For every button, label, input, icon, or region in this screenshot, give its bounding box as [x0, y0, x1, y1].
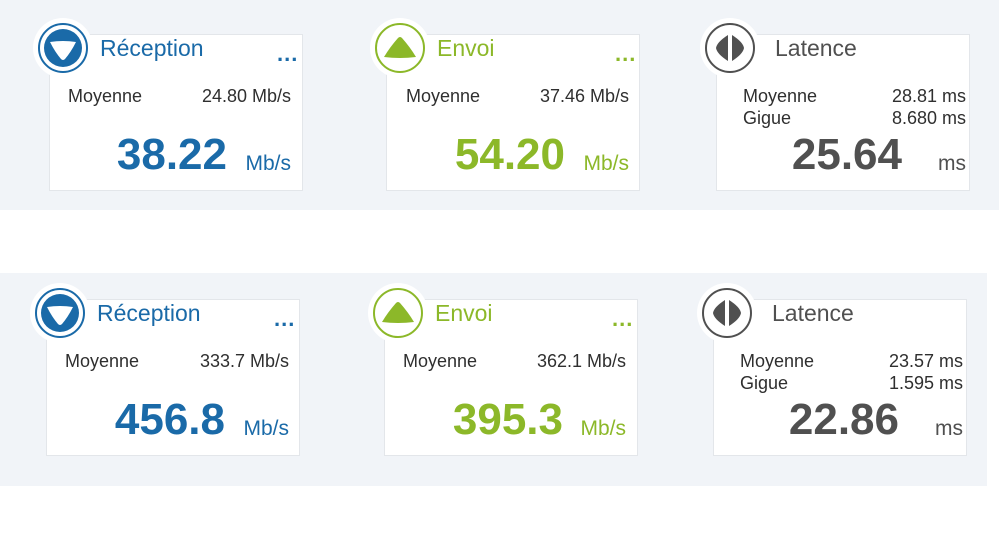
latency-average-label: Moyenne	[740, 351, 815, 371]
upload-more-menu[interactable]: ...	[615, 43, 636, 65]
download-speed-unit: Mb/s	[243, 417, 289, 440]
latency-average-value: 28.81 ms	[891, 86, 966, 106]
upload-average-value: 362.1 Mb/s	[536, 351, 626, 371]
result-panel-2: Réception ... Moyenne 333.7 Mb/s 456.8 M…	[0, 273, 987, 486]
latency-average-value: 23.57 ms	[888, 351, 963, 371]
jitter-value: 8.680 ms	[891, 108, 966, 128]
jitter-label: Gigue	[740, 373, 789, 393]
latency-unit: ms	[938, 152, 966, 175]
download-average-label: Moyenne	[65, 351, 140, 371]
upload-title: Envoi	[435, 300, 493, 326]
arrow-down-icon	[41, 294, 79, 332]
download-speed-unit: Mb/s	[245, 152, 291, 175]
upload-badge	[370, 18, 430, 78]
jitter-value: 1.595 ms	[888, 373, 963, 393]
latency-average-label: Moyenne	[743, 86, 818, 106]
download-more-menu[interactable]: ...	[277, 43, 298, 65]
upload-speed-value: 54.20	[454, 130, 565, 179]
arrow-up-icon	[379, 294, 417, 332]
arrow-down-icon	[44, 29, 82, 67]
jitter-label: Gigue	[743, 108, 792, 128]
upload-title: Envoi	[437, 35, 495, 61]
latency-value: 22.86	[788, 395, 899, 444]
latency-unit: ms	[935, 417, 963, 440]
upload-speed-value: 395.3	[452, 395, 563, 444]
download-speed-value: 456.8	[114, 395, 225, 444]
download-average-value: 333.7 Mb/s	[199, 351, 289, 371]
arrow-up-icon	[381, 29, 419, 67]
download-badge	[33, 18, 93, 78]
download-speed-value: 38.22	[116, 130, 227, 179]
download-badge	[30, 283, 90, 343]
latency-value: 25.64	[791, 130, 902, 179]
download-title: Réception	[97, 300, 201, 326]
result-panel-1: Réception ... Moyenne 24.80 Mb/s 38.22 M…	[0, 0, 999, 210]
latency-arrows-icon	[716, 35, 744, 61]
latency-title: Latence	[775, 35, 857, 61]
upload-more-menu[interactable]: ...	[612, 308, 633, 330]
download-average-value: 24.80 Mb/s	[201, 86, 291, 106]
upload-average-label: Moyenne	[403, 351, 478, 371]
latency-arrows-icon	[713, 300, 741, 326]
latency-title: Latence	[772, 300, 854, 326]
upload-badge	[368, 283, 428, 343]
upload-speed-unit: Mb/s	[580, 417, 626, 440]
download-more-menu[interactable]: ...	[274, 308, 295, 330]
download-title: Réception	[100, 35, 204, 61]
latency-badge	[700, 18, 760, 78]
upload-average-value: 37.46 Mb/s	[539, 86, 629, 106]
latency-badge	[697, 283, 757, 343]
upload-speed-unit: Mb/s	[583, 152, 629, 175]
download-average-label: Moyenne	[68, 86, 143, 106]
upload-average-label: Moyenne	[406, 86, 481, 106]
